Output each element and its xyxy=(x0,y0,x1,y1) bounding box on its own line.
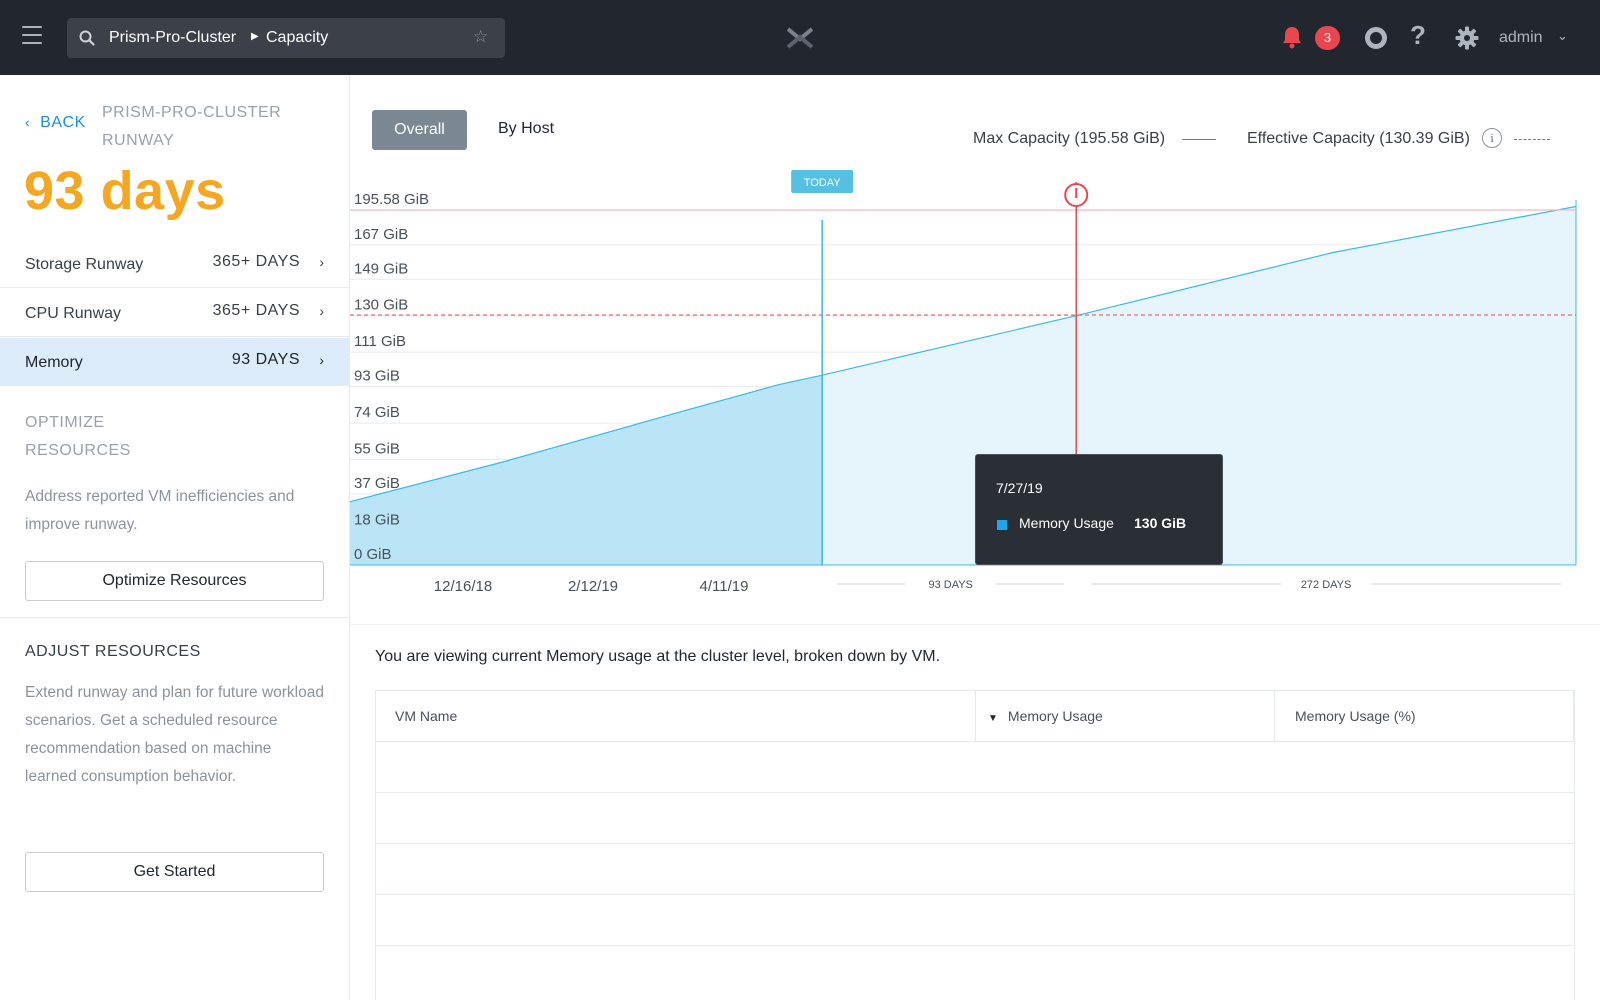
historical-area xyxy=(350,375,823,565)
legend-effective-swatch xyxy=(1514,139,1550,140)
gear-icon[interactable] xyxy=(1455,26,1479,50)
y-axis-label: 111 GiB xyxy=(354,333,406,350)
y-axis-label: 167 GiB xyxy=(354,226,408,243)
chevron-left-icon: ‹ xyxy=(25,114,31,130)
chevron-right-icon: › xyxy=(319,303,324,319)
help-icon[interactable]: ? xyxy=(1410,20,1426,51)
runway-value: 93 DAYS xyxy=(231,351,300,368)
table-row[interactable] xyxy=(376,741,1574,792)
optimize-text: Address reported VM inefficiencies and i… xyxy=(25,488,295,533)
tab-by-host[interactable]: By Host xyxy=(498,120,554,138)
x-axis-label: 2/12/19 xyxy=(568,578,618,595)
chart-tooltip: 7/27/19 Memory Usage 130 GiB xyxy=(975,454,1223,565)
x-axis-label: 4/11/19 xyxy=(700,578,749,595)
tooltip-date: 7/27/19 xyxy=(996,480,1043,496)
tasks-ring-icon[interactable] xyxy=(1365,27,1387,49)
area-layer xyxy=(350,205,1577,565)
x-axis-label: 12/16/18 xyxy=(434,578,492,595)
y-axis-label: 0 GiB xyxy=(354,546,392,563)
column-header-label: VM Name xyxy=(395,708,458,724)
breadcrumb-page[interactable]: Capacity xyxy=(266,29,328,47)
max-capacity-label: 195.58 GiB xyxy=(354,191,429,208)
today-badge-label: TODAY xyxy=(804,177,842,189)
chevron-right-icon: › xyxy=(319,352,324,368)
top-bar: Prism-Pro-Cluster ▶ Capacity ☆ 3 ? admin… xyxy=(0,0,1600,75)
vm-table: VM Name ▼ Memory Usage Memory Usage (%) xyxy=(375,690,1575,1000)
nutanix-logo-icon xyxy=(786,27,814,49)
optimize-title: OPTIMIZE RESOURCES xyxy=(25,414,131,459)
bell-icon[interactable] xyxy=(1281,25,1303,49)
sort-desc-icon: ▼ xyxy=(988,713,998,724)
optimize-resources-button[interactable]: Optimize Resources xyxy=(25,561,324,601)
y-axis-label: 93 GiB xyxy=(354,368,400,385)
legend-max-swatch xyxy=(1182,139,1216,140)
y-axis-label: 37 GiB xyxy=(354,475,400,492)
main-divider xyxy=(350,624,1600,625)
info-icon[interactable]: i xyxy=(1482,128,1502,148)
adjust-text: Extend runway and plan for future worklo… xyxy=(25,684,324,785)
tooltip-value: 130 GiB xyxy=(1134,515,1187,531)
column-header-memory-usage[interactable]: ▼ Memory Usage xyxy=(976,691,1275,741)
tab-overall[interactable]: Overall xyxy=(372,110,467,150)
star-icon[interactable]: ☆ xyxy=(473,27,488,47)
tooltip-series-swatch xyxy=(997,520,1007,530)
viewing-description: You are viewing current Memory usage at … xyxy=(375,648,941,665)
runway-row-storage[interactable]: Storage Runway 365+ DAYS › xyxy=(0,240,350,288)
table-row[interactable] xyxy=(376,843,1574,894)
runway-row-memory[interactable]: Memory 93 DAYS › xyxy=(0,338,350,386)
y-axis-label: 18 GiB xyxy=(354,511,400,528)
runway-label: Storage Runway xyxy=(25,256,144,273)
cluster-runway-title: PRISM-PRO-CLUSTER RUNWAY xyxy=(102,104,282,149)
breadcrumb-cluster[interactable]: Prism-Pro-Cluster xyxy=(109,29,236,47)
table-row[interactable] xyxy=(376,792,1574,843)
chevron-right-icon: › xyxy=(319,254,324,270)
column-header-memory-usage-pct[interactable]: Memory Usage (%) xyxy=(1275,691,1574,741)
legend-effective-capacity: Effective Capacity (130.39 GiB) xyxy=(1247,130,1470,147)
table-row[interactable] xyxy=(376,945,1574,996)
column-header-label: Memory Usage (%) xyxy=(1295,708,1416,724)
column-header-label: Memory Usage xyxy=(1007,708,1103,724)
user-menu[interactable]: admin xyxy=(1499,29,1543,47)
tooltip-series-name: Memory Usage xyxy=(1019,515,1114,531)
runway-label: CPU Runway xyxy=(25,305,122,322)
column-header-vm-name[interactable]: VM Name xyxy=(376,691,976,741)
runway-row-cpu[interactable]: CPU Runway 365+ DAYS › xyxy=(0,289,350,337)
search-bar[interactable]: Prism-Pro-Cluster ▶ Capacity ☆ xyxy=(67,18,505,58)
sidebar: ‹ BACK PRISM-PRO-CLUSTER RUNWAY 93 days S… xyxy=(0,75,350,1000)
y-axis-label: 74 GiB xyxy=(354,404,400,421)
breadcrumb-separator-icon: ▶ xyxy=(251,31,259,42)
table-row[interactable] xyxy=(376,894,1574,945)
runway-label: Memory xyxy=(25,354,83,371)
sidebar-divider xyxy=(0,617,350,618)
y-axis-label: 130 GiB xyxy=(354,297,408,314)
y-axis-label: 149 GiB xyxy=(354,260,408,277)
y-axis-label: 55 GiB xyxy=(354,441,400,458)
adjust-title: ADJUST RESOURCES xyxy=(25,643,201,660)
chevron-down-icon[interactable]: ⌄ xyxy=(1557,28,1568,44)
search-icon xyxy=(79,30,95,46)
runway-value: 365+ DAYS xyxy=(212,302,300,319)
menu-icon[interactable] xyxy=(22,26,42,44)
runway-days-value: 93 days xyxy=(24,161,226,221)
runway-value: 365+ DAYS xyxy=(212,253,300,270)
back-link[interactable]: ‹ BACK xyxy=(25,114,86,132)
alert-count-badge[interactable]: 3 xyxy=(1315,26,1340,50)
range-label: 93 DAYS xyxy=(928,579,972,591)
get-started-button[interactable]: Get Started xyxy=(25,852,324,892)
back-label: BACK xyxy=(40,114,86,131)
legend-max-capacity: Max Capacity (195.58 GiB) xyxy=(973,130,1166,147)
range-label: 272 DAYS xyxy=(1301,579,1352,591)
